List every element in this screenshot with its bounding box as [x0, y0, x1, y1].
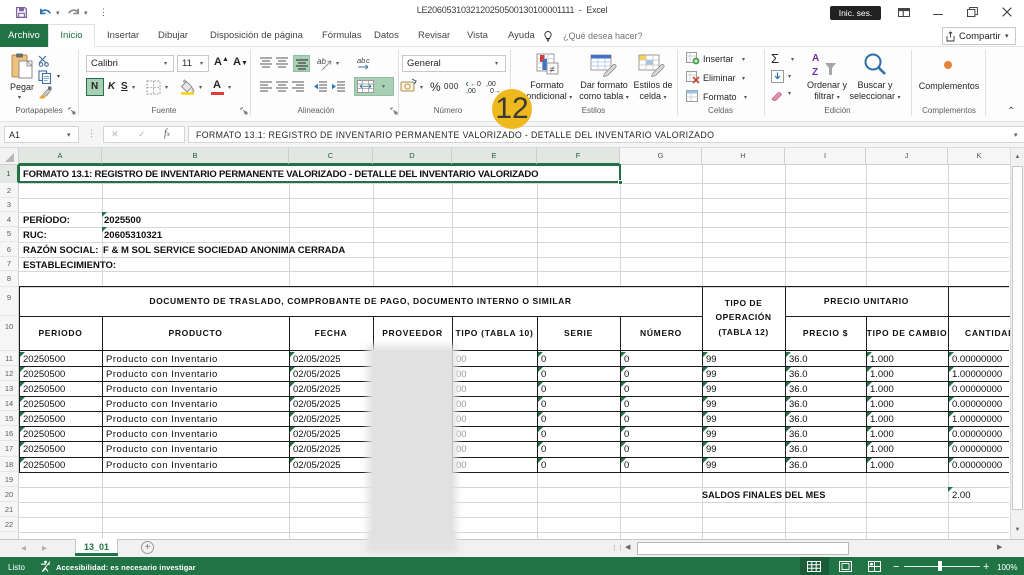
svg-text:,00: ,00 [486, 81, 496, 88]
svg-text:ab: ab [357, 56, 365, 65]
svg-text:ab: ab [317, 57, 326, 66]
svg-text:←0: ←0 [470, 81, 481, 88]
svg-text:Z: Z [812, 67, 818, 77]
svg-text:,00: ,00 [466, 88, 476, 94]
svg-text:≠: ≠ [550, 65, 555, 76]
svg-text:A: A [812, 53, 819, 64]
svg-text:c: c [366, 56, 370, 65]
